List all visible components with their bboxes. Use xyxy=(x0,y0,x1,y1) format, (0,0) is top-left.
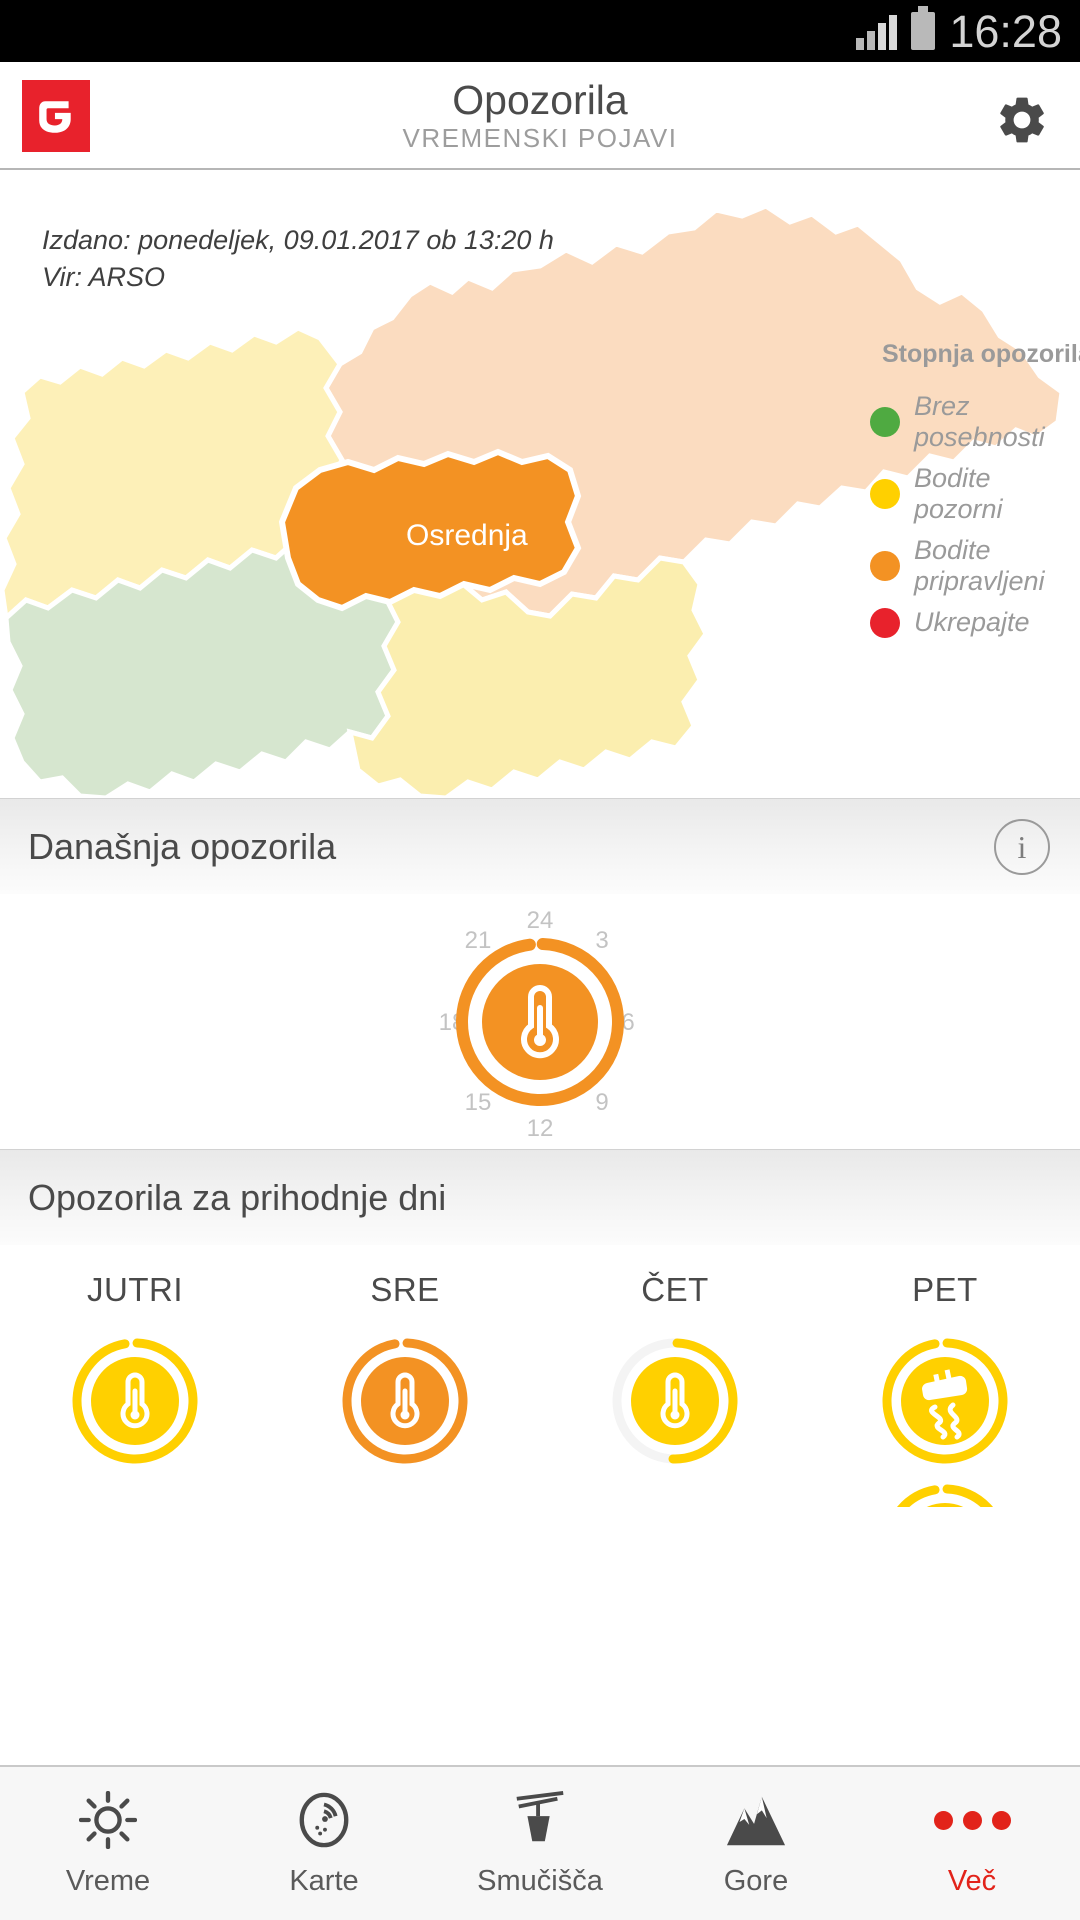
tab-label: Gore xyxy=(723,1865,789,1897)
page-subtitle: VREMENSKI POJAVI xyxy=(402,123,678,153)
future-days-body: JUTRI SRE ČET PET xyxy=(0,1245,1080,1507)
dial-hour-label: 24 xyxy=(527,907,554,934)
legend-dot-icon xyxy=(870,551,900,581)
app-logo[interactable] xyxy=(22,80,90,152)
forecast-day-label: ČET xyxy=(641,1271,709,1308)
app-header: Opozorila VREMENSKI POJAVI xyxy=(0,62,1080,170)
more-dots-icon xyxy=(933,1789,1011,1851)
day-core xyxy=(926,1503,964,1507)
status-bar: 16:28 xyxy=(0,0,1080,62)
tab-label: Vreme xyxy=(65,1865,151,1897)
legend-item-orange: Bodite pripravljeni xyxy=(870,535,1080,597)
forecast-day-label: PET xyxy=(912,1271,978,1308)
legend-title: Stopnja opozorila xyxy=(882,340,1080,368)
warning-icon-thermometer[interactable] xyxy=(605,1331,745,1471)
dial-hour-label: 21 xyxy=(465,927,492,954)
ski-lift-icon xyxy=(511,1789,569,1851)
thermometer-bulb xyxy=(400,1410,410,1420)
tab-label: Karte xyxy=(289,1865,359,1897)
dial-hour-label: 12 xyxy=(527,1115,554,1142)
tab-vec[interactable]: Več xyxy=(864,1789,1080,1898)
thermometer-bulb xyxy=(670,1410,680,1420)
today-section-header: Današnja opozorila i xyxy=(0,798,1080,894)
issued-info: Izdano: ponedeljek, 09.01.2017 ob 13:20 … xyxy=(42,222,554,296)
today-section-title: Današnja opozorila xyxy=(28,825,337,867)
battery-icon xyxy=(911,6,936,50)
today-warnings-body: 24 3 6 9 12 15 18 21 xyxy=(0,894,1080,1149)
legend-dot-icon xyxy=(870,607,900,638)
future-section-header: Opozorila za prihodnje dni xyxy=(0,1149,1080,1245)
dial-hour-label: 9 xyxy=(595,1089,608,1116)
tab-karte[interactable]: Karte xyxy=(216,1789,432,1898)
thermometer-bulb xyxy=(130,1410,140,1420)
app-logo-glyph xyxy=(39,101,71,133)
header-titles: Opozorila VREMENSKI POJAVI xyxy=(0,77,1080,153)
tab-label: Smučišča xyxy=(477,1865,603,1897)
forecast-day-sre[interactable]: SRE xyxy=(270,1271,540,1507)
forecast-day-cet[interactable]: ČET xyxy=(540,1271,810,1507)
legend-item-label: Bodite pripravljeni xyxy=(914,535,1045,596)
future-section-title: Opozorila za prihodnje dni xyxy=(28,1176,447,1218)
legend-item-label: Bodite pozorni xyxy=(914,463,1003,524)
warning-icon-slippery-road[interactable] xyxy=(875,1331,1015,1471)
dial-hour-label: 15 xyxy=(465,1089,492,1116)
map-legend: Stopnja opozorila Brez posebnosti Bodite… xyxy=(870,340,1080,648)
forecast-day-pet[interactable]: PET xyxy=(810,1271,1080,1507)
forecast-day-label: JUTRI xyxy=(87,1271,183,1308)
bottom-navigation: Vreme Karte Smučišča Gore Več xyxy=(0,1765,1080,1920)
legend-item-label: Brez posebnosti xyxy=(914,391,1045,452)
legend-item-label: Ukrepajte xyxy=(914,607,1030,637)
today-dial-svg[interactable]: 24 3 6 9 12 15 18 21 xyxy=(390,902,690,1142)
radar-icon xyxy=(295,1789,353,1851)
mountain-icon xyxy=(725,1789,787,1851)
legend-item-green: Brez posebnosti xyxy=(870,391,1080,453)
issued-source: Vir: ARSO xyxy=(42,262,166,292)
tab-vreme[interactable]: Vreme xyxy=(0,1789,216,1898)
sun-icon xyxy=(79,1789,137,1851)
tab-gore[interactable]: Gore xyxy=(648,1789,864,1898)
gear-icon[interactable] xyxy=(994,92,1050,148)
legend-dot-icon xyxy=(870,407,900,437)
forecast-day-jutri[interactable]: JUTRI xyxy=(0,1271,270,1507)
legend-item-yellow: Bodite pozorni xyxy=(870,463,1080,525)
forecast-day-label: SRE xyxy=(370,1271,440,1308)
warning-map-panel[interactable]: Osrednja Izdano: ponedeljek, 09.01.2017 … xyxy=(0,170,1080,798)
tab-label: Več xyxy=(947,1865,997,1897)
warning-icon-thermometer[interactable] xyxy=(65,1331,205,1471)
future-days-list: JUTRI SRE ČET PET xyxy=(0,1245,1080,1507)
warning-icon-thermometer-secondary[interactable] xyxy=(875,1477,1015,1507)
signal-bars-icon xyxy=(856,12,898,50)
status-bar-clock: 16:28 xyxy=(949,5,1062,57)
legend-dot-icon xyxy=(870,479,900,509)
info-icon-label: i xyxy=(1017,828,1027,865)
warning-icon-thermometer[interactable] xyxy=(335,1331,475,1471)
dial-hour-label: 3 xyxy=(595,927,608,954)
tab-smucisca[interactable]: Smučišča xyxy=(432,1789,648,1898)
issued-date: Izdano: ponedeljek, 09.01.2017 ob 13:20 … xyxy=(42,225,554,255)
info-icon[interactable]: i xyxy=(994,819,1050,875)
map-region-label: Osrednja xyxy=(406,519,528,552)
legend-item-red: Ukrepajte xyxy=(870,607,1080,638)
page-title: Opozorila xyxy=(452,77,628,123)
thermometer-bulb xyxy=(534,1034,546,1046)
today-warning-dial[interactable]: 24 3 6 9 12 15 18 21 xyxy=(390,902,690,1142)
